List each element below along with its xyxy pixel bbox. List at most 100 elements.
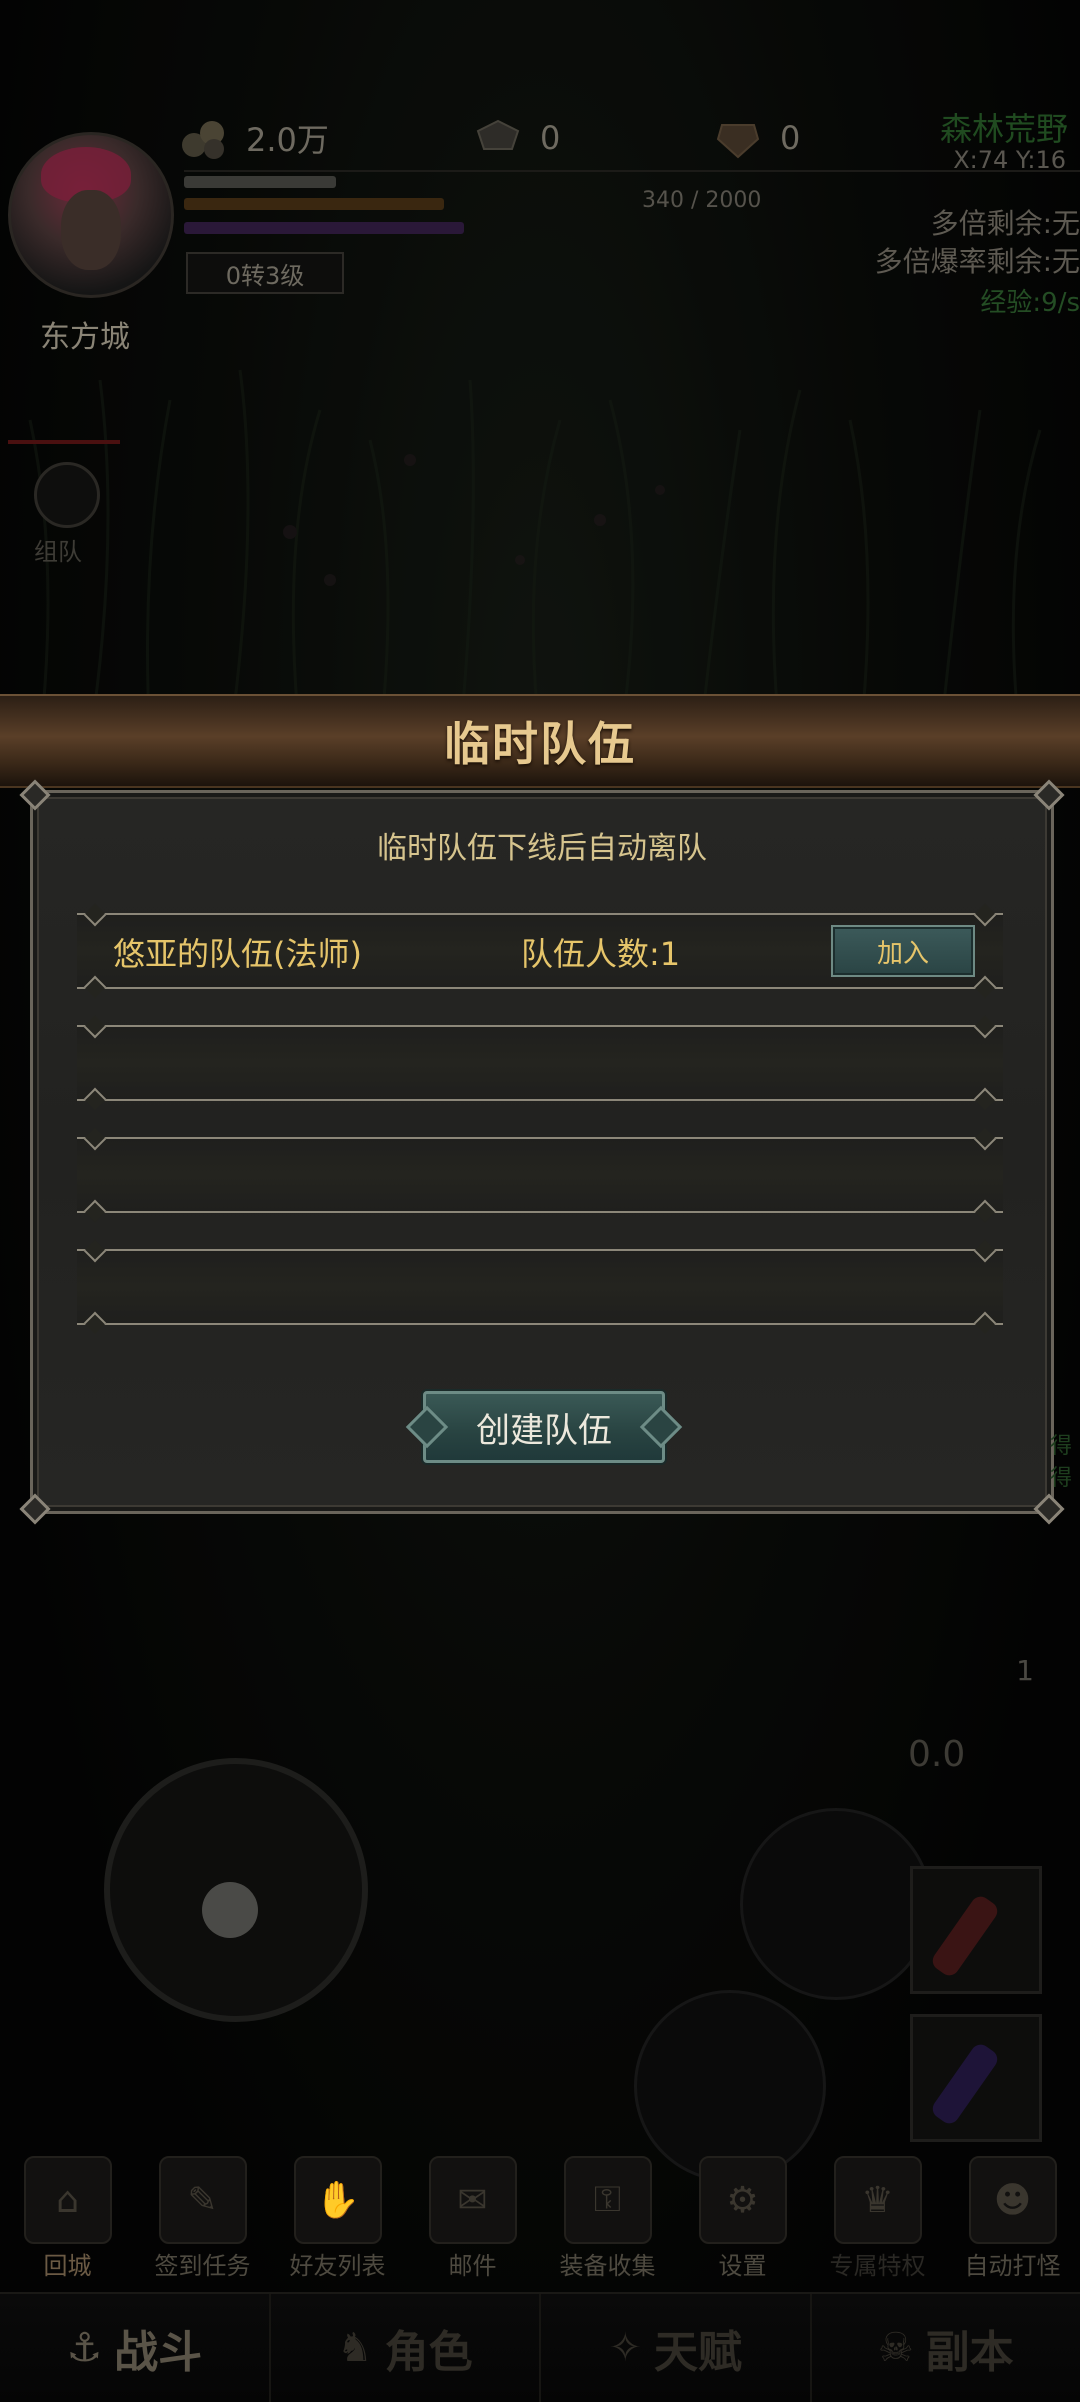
- virtual-joystick[interactable]: [90, 1744, 370, 2024]
- joystick-knob[interactable]: [202, 1882, 258, 1938]
- menu-label: 自动打怪: [952, 2246, 1074, 2281]
- menu-auto-fight[interactable]: ☻ 自动打怪: [952, 2156, 1074, 2280]
- row-ornament: [84, 1016, 107, 1039]
- gem-a-resource: 0: [472, 112, 560, 164]
- crystal-icon: [712, 115, 764, 161]
- menu-label: 签到任务: [142, 2246, 264, 2281]
- hud-divider: [184, 170, 1080, 172]
- menu-return-city[interactable]: ⌂ 回城: [7, 2156, 129, 2280]
- menu-label: 装备收集: [547, 2246, 669, 2281]
- fist-icon: [34, 462, 100, 528]
- character-icon: ♞: [337, 2325, 373, 2371]
- drop-rate-remaining: 多倍爆率剩余:无: [875, 240, 1080, 280]
- tab-talent[interactable]: ✧ 天赋: [541, 2294, 812, 2402]
- row-ornament: [974, 1312, 997, 1335]
- row-ornament: [84, 1200, 107, 1223]
- join-team-button[interactable]: 加入: [831, 925, 975, 977]
- create-team-button[interactable]: 创建队伍: [423, 1391, 665, 1463]
- player-avatar[interactable]: [8, 132, 174, 298]
- right-edge-a: 得: [1050, 1434, 1072, 1459]
- empty-team-row: [77, 1025, 1003, 1101]
- menu-mail[interactable]: ✉ 邮件: [412, 2156, 534, 2280]
- bottom-tab-bar: ⚓ 战斗 ♞ 角色 ✧ 天赋 ☠ 副本: [0, 2292, 1080, 2402]
- empty-team-row: [77, 1249, 1003, 1325]
- row-ornament: [974, 1128, 997, 1151]
- menu-checkin-tasks[interactable]: ✎ 签到任务: [142, 2156, 264, 2280]
- scroll-icon: ✎: [159, 2156, 247, 2244]
- row-ornament: [974, 1200, 997, 1223]
- team-dialog-panel: 临时队伍下线后自动离队 悠亚的队伍(法师) 队伍人数:1 加入 创建队伍: [30, 790, 1054, 1514]
- exp-rate: 经验:9/s: [980, 282, 1080, 319]
- button-ornament-right: [640, 1406, 682, 1448]
- anchor-icon: ⚓: [66, 2325, 102, 2371]
- gem-b-value: 0: [780, 119, 800, 157]
- gear-icon: ⚙: [699, 2156, 787, 2244]
- handshake-icon: ✋: [294, 2156, 382, 2244]
- side-number: 1: [1016, 1654, 1034, 1687]
- auto-fight-icon: ☻: [969, 2156, 1057, 2244]
- team-name: 悠亚的队伍(法师): [113, 929, 362, 975]
- tab-battle[interactable]: ⚓ 战斗: [0, 2294, 271, 2402]
- right-edge-b: 得: [1050, 1466, 1072, 1491]
- gold-resource: 2.0万: [178, 112, 329, 164]
- gem-icon: [472, 115, 524, 161]
- menu-label: 回城: [7, 2246, 129, 2281]
- menu-label: 设置: [682, 2246, 804, 2281]
- hp-potion-slot[interactable]: [910, 1866, 1042, 1994]
- row-ornament: [84, 1128, 107, 1151]
- team-row: 悠亚的队伍(法师) 队伍人数:1 加入: [77, 913, 1003, 989]
- level-badge: 0转3级: [186, 252, 344, 294]
- talent-icon: ✧: [608, 2325, 642, 2371]
- menu-settings[interactable]: ⚙ 设置: [682, 2156, 804, 2280]
- red-potion-icon: [929, 1893, 1001, 1980]
- menu-friends[interactable]: ✋ 好友列表: [277, 2156, 399, 2280]
- coordinates: X:74 Y:16: [953, 146, 1066, 174]
- menu-label: 好友列表: [277, 2246, 399, 2281]
- right-edge-text: 得 得: [1050, 1428, 1080, 1528]
- hp-text: 340 / 2000: [642, 188, 761, 213]
- attack-button[interactable]: [634, 1990, 826, 2182]
- tab-label: 副本: [926, 2316, 1014, 2380]
- menu-privilege[interactable]: ♛ 专属特权: [817, 2156, 939, 2280]
- row-ornament: [974, 1088, 997, 1111]
- row-ornament: [84, 1240, 107, 1263]
- menu-label: 专属特权: [817, 2246, 939, 2281]
- dialog-notice: 临时队伍下线后自动离队: [33, 823, 1051, 867]
- team-side-label: 组队: [34, 532, 104, 567]
- row-ornament: [974, 1016, 997, 1039]
- gold-value: 2.0万: [246, 115, 329, 161]
- row-ornament: [974, 904, 997, 927]
- row-ornament: [974, 976, 997, 999]
- dungeon-icon: ☠: [878, 2325, 914, 2371]
- multi-remaining: 多倍剩余:无: [931, 202, 1080, 242]
- dialog-title-bar: 临时队伍: [0, 694, 1080, 788]
- gem-b-resource: 0: [712, 112, 800, 164]
- crown-icon: ♛: [834, 2156, 922, 2244]
- tab-label: 角色: [385, 2316, 473, 2380]
- row-ornament: [84, 904, 107, 927]
- red-divider: [8, 440, 120, 444]
- team-side-button[interactable]: 组队: [34, 462, 104, 546]
- avatar-face: [61, 190, 121, 270]
- tab-dungeon[interactable]: ☠ 副本: [812, 2294, 1080, 2402]
- purple-potion-icon: [929, 2041, 1001, 2128]
- mp-potion-slot[interactable]: [910, 2014, 1042, 2142]
- row-ornament: [84, 1088, 107, 1111]
- row-ornament: [84, 1312, 107, 1335]
- map-name: 森林荒野: [940, 104, 1068, 150]
- dialog-title: 临时队伍: [444, 708, 636, 774]
- tab-label: 天赋: [654, 2316, 742, 2380]
- menu-label: 邮件: [412, 2246, 534, 2281]
- row-ornament: [974, 1240, 997, 1263]
- hp-bar-small: [184, 176, 336, 188]
- mp-bar: [184, 222, 464, 234]
- row-ornament: [84, 976, 107, 999]
- skill-button[interactable]: [740, 1808, 932, 2000]
- side-value: 0.0: [908, 1734, 965, 1775]
- function-menu: ⌂ 回城 ✎ 签到任务 ✋ 好友列表 ✉ 邮件 ⚿ 装备收集 ⚙ 设置 ♛ 专属…: [0, 2156, 1080, 2280]
- tab-character[interactable]: ♞ 角色: [271, 2294, 542, 2402]
- menu-equipment[interactable]: ⚿ 装备收集: [547, 2156, 669, 2280]
- hp-bar: [184, 198, 444, 210]
- tab-label: 战斗: [114, 2316, 202, 2380]
- city-name: 东方城: [40, 312, 130, 356]
